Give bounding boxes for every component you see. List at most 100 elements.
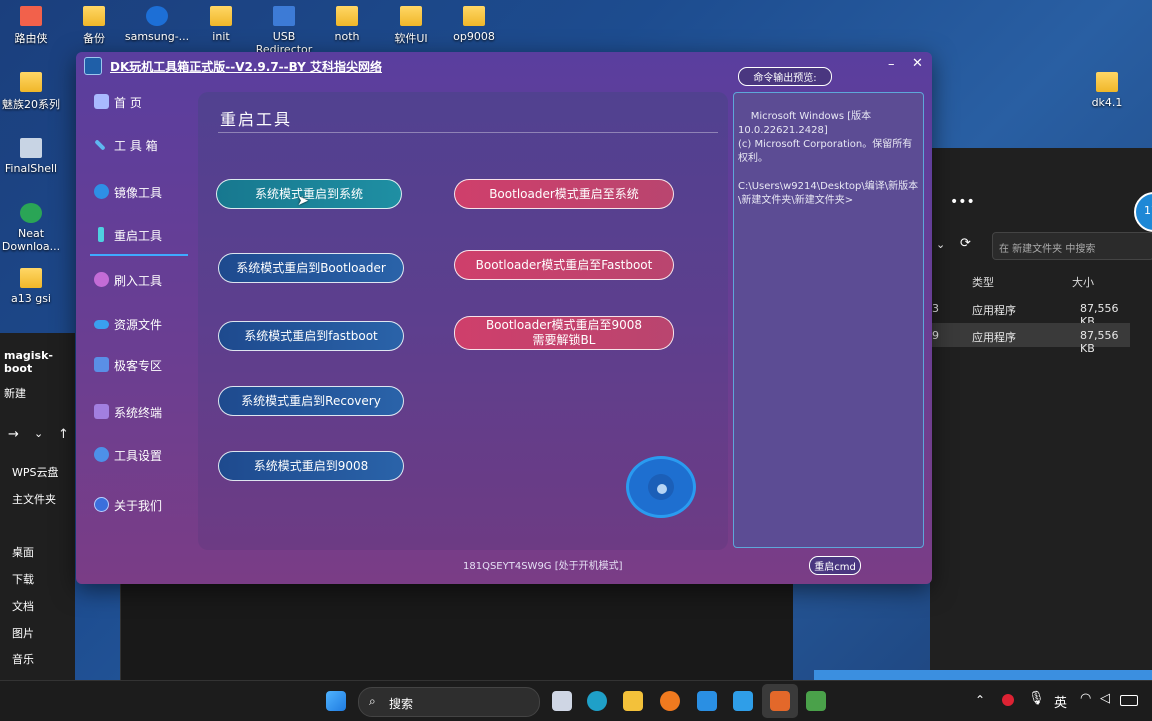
samsung-zip-icon	[146, 6, 168, 26]
desktop-folder-software-ui[interactable]: 软件UI	[376, 6, 446, 46]
restart-cmd-button[interactable]: 重启cmd	[809, 556, 861, 575]
nav-item-pictures[interactable]: 图片	[12, 625, 34, 641]
battery-icon[interactable]	[1120, 695, 1138, 706]
file-explorer-icon[interactable]	[623, 691, 643, 711]
bootloader-to-system-button[interactable]: Bootloader模式重启至系统	[454, 179, 674, 209]
desktop-folder-init[interactable]: init	[186, 6, 256, 43]
nav-item-desktop[interactable]: 桌面	[12, 544, 34, 560]
desktop-folder-noth[interactable]: noth	[312, 6, 382, 43]
folder-icon	[83, 6, 105, 26]
table-row[interactable]: 3 应用程序 87,556 KB	[930, 296, 1130, 328]
nav-item-home[interactable]: 主文件夹	[12, 491, 56, 507]
desktop-folder-backup[interactable]: 备份	[59, 6, 129, 46]
microphone-icon[interactable]: 🎙	[1028, 691, 1045, 706]
sidebar-item-about[interactable]: 关于我们	[90, 490, 190, 520]
forward-arrow-icon[interactable]: →	[8, 427, 19, 442]
notification-badge[interactable]: 17	[1134, 192, 1152, 232]
desktop-folder-dk41[interactable]: dk4.1	[1072, 72, 1142, 109]
window-title: DK玩机工具箱正式版--V2.9.7--BY 艾科指尖网络	[110, 60, 382, 74]
desktop-folder-a13gsi[interactable]: a13 gsi	[0, 268, 66, 305]
close-button[interactable]: ✕	[912, 56, 923, 71]
blue-progress-strip	[814, 670, 1152, 680]
more-options-icon[interactable]: •••	[950, 194, 975, 210]
info-icon	[94, 497, 109, 512]
folder-icon	[1096, 72, 1118, 92]
bootloader-to-9008-button[interactable]: Bootloader模式重启至9008 需要解锁BL	[454, 316, 674, 350]
taskbar-app-icon[interactable]	[697, 691, 717, 711]
nav-item-music[interactable]: 音乐	[12, 651, 34, 667]
sidebar-item-geek-zone[interactable]: 极客专区	[90, 350, 190, 380]
tray-app-icon[interactable]	[1002, 694, 1014, 706]
search-icon: ⌕	[369, 694, 376, 708]
desktop-folder-op9008[interactable]: op9008	[439, 6, 509, 43]
command-preview-label: 命令输出预览:	[738, 67, 832, 86]
reboot-system-to-bootloader-button[interactable]: 系统模式重启到Bootloader	[218, 253, 404, 283]
explorer-tab-title[interactable]: magisk-boot	[4, 349, 75, 375]
reboot-system-to-9008-button[interactable]: 系统模式重启到9008	[218, 451, 404, 481]
sidebar-item-home[interactable]: 首 页	[90, 87, 190, 117]
sidebar-item-reboot-tools[interactable]: 重启工具	[90, 220, 190, 250]
reboot-system-to-system-button[interactable]: 系统模式重启到系统	[216, 179, 402, 209]
edge-icon[interactable]	[587, 691, 607, 711]
chevron-down-icon[interactable]: ⌄	[34, 427, 43, 440]
task-view-icon[interactable]	[552, 691, 572, 711]
refresh-icon[interactable]: ⟳	[960, 236, 971, 251]
folder-icon	[463, 6, 485, 26]
nav-item-wps[interactable]: WPS云盘	[12, 464, 59, 480]
explorer-window-right: ••• ⌄ ⟳ 在 新建文件夹 中搜索 类型 大小 3 应用程序 87,556 …	[930, 148, 1152, 680]
search-input[interactable]: 在 新建文件夹 中搜索	[992, 232, 1152, 260]
folder-icon	[20, 72, 42, 92]
taskbar-app-icon[interactable]	[806, 691, 826, 711]
start-icon[interactable]	[326, 691, 346, 711]
input-language[interactable]: 英	[1054, 692, 1067, 711]
reboot-system-to-recovery-button[interactable]: 系统模式重启到Recovery	[218, 386, 404, 416]
mouse-cursor-icon: ➤	[297, 193, 309, 209]
geek-icon	[94, 357, 109, 372]
sidebar-item-flash-tools[interactable]: 刷入工具	[90, 265, 190, 295]
sidebar-item-resources[interactable]: 资源文件	[90, 309, 190, 339]
router-app-icon	[20, 6, 42, 26]
desktop-icon-finalshell[interactable]: FinalShell	[0, 138, 66, 175]
sidebar-item-toolbox[interactable]: 工 具 箱	[90, 130, 190, 160]
command-output-textarea[interactable]: Microsoft Windows [版本 10.0.22621.2428] (…	[733, 92, 924, 548]
up-arrow-icon[interactable]: ↑	[58, 427, 69, 442]
table-row[interactable]: 9 应用程序 87,556 KB	[930, 323, 1130, 355]
app-logo-icon	[84, 57, 102, 75]
desktop-icon-usb-redirector[interactable]: USB Redirector	[249, 6, 319, 56]
explorer-window-left: magisk-boot 新建 → ⌄ ↑ WPS云盘 主文件夹 桌面 下载 文档…	[0, 333, 75, 680]
tools-icon	[94, 139, 106, 151]
new-menu-button[interactable]: 新建	[4, 385, 26, 401]
dk-toolbox-taskbar-icon[interactable]	[770, 691, 790, 711]
bootloader-to-fastboot-button[interactable]: Bootloader模式重启至Fastboot	[454, 250, 674, 280]
show-hidden-icons-icon[interactable]: ⌃	[975, 693, 985, 707]
folder-icon	[210, 6, 232, 26]
explorer-window-body	[120, 582, 793, 680]
minimize-button[interactable]: –	[888, 57, 895, 72]
wifi-icon[interactable]: ◠	[1080, 691, 1091, 706]
firefox-icon[interactable]	[660, 691, 680, 711]
taskbar-search-box[interactable]: ⌕ 搜索	[358, 687, 540, 717]
disc-logo-icon	[626, 456, 696, 518]
chevron-down-icon[interactable]: ⌄	[936, 238, 945, 251]
sidebar-item-terminal[interactable]: 系统终端	[90, 397, 190, 427]
neat-download-icon	[20, 203, 42, 223]
sidebar-item-settings[interactable]: 工具设置	[90, 440, 190, 470]
usb-icon	[273, 6, 295, 26]
volume-icon[interactable]: ◁	[1100, 691, 1110, 706]
column-header-size[interactable]: 大小	[1072, 274, 1094, 290]
column-header-type[interactable]: 类型	[972, 274, 994, 290]
desktop-icon-neat-downloader[interactable]: Neat Downloa...	[0, 203, 66, 253]
taskbar-app-icon[interactable]	[733, 691, 753, 711]
sidebar-item-image-tools[interactable]: 镜像工具	[90, 177, 190, 207]
desktop-icon-router[interactable]: 路由侠	[0, 6, 66, 46]
cloud-icon	[94, 320, 109, 329]
nav-item-documents[interactable]: 文档	[12, 598, 34, 614]
reboot-tool-icon	[98, 227, 104, 242]
title-divider	[218, 132, 718, 133]
desktop-folder-meizu20[interactable]: 魅族20系列	[0, 72, 66, 112]
dk-toolbox-window: DK玩机工具箱正式版--V2.9.7--BY 艾科指尖网络 – ✕ 首 页 工 …	[76, 52, 932, 584]
nav-item-downloads[interactable]: 下载	[12, 571, 34, 587]
desktop-icon-samsung[interactable]: samsung-...	[122, 6, 192, 43]
reboot-system-to-fastboot-button[interactable]: 系统模式重启到fastboot	[218, 321, 404, 351]
disc-icon	[94, 184, 109, 199]
